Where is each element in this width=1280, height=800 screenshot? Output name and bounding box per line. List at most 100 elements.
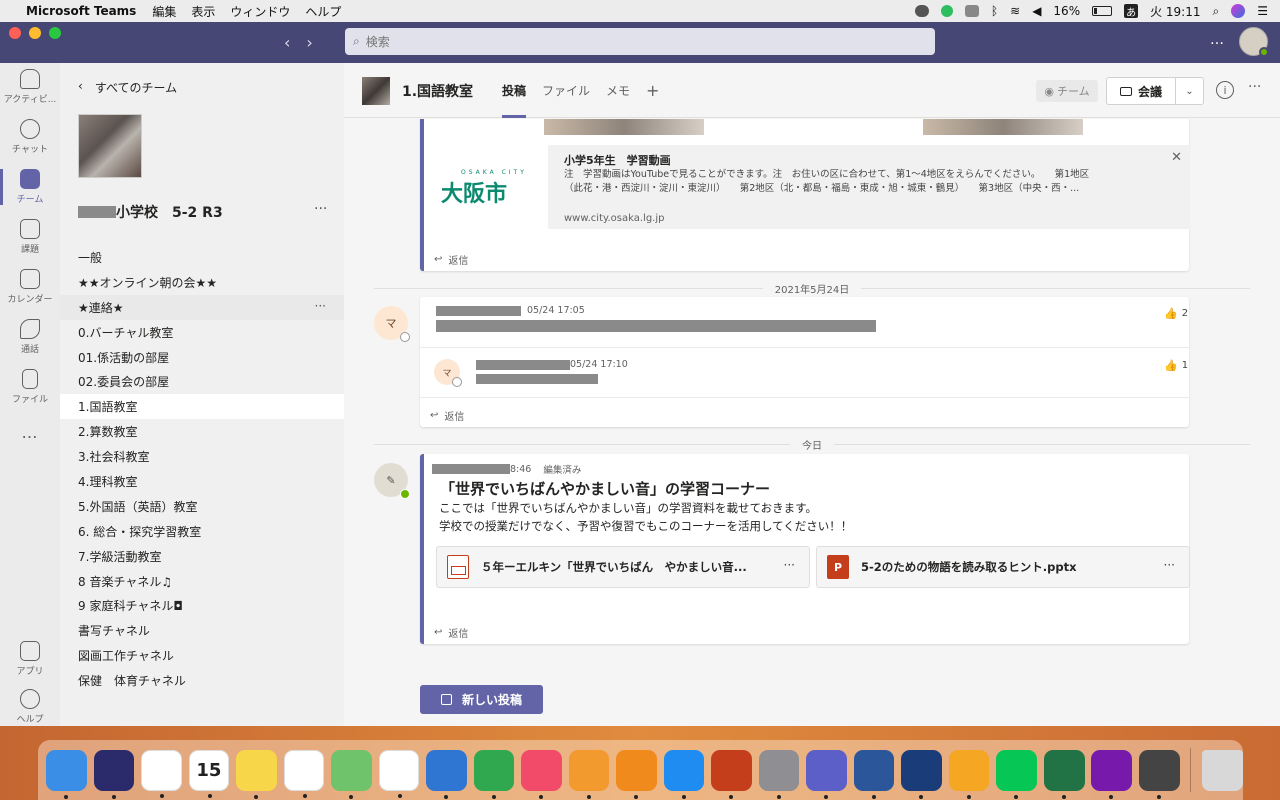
attached-image[interactable] — [923, 119, 1083, 135]
like-reaction[interactable]: 👍 1 — [1164, 359, 1188, 372]
link-preview[interactable]: 小学5年生 学習動画 注 学習動画はYouTubeで見ることができます。注 お住… — [548, 145, 1190, 229]
search-input[interactable] — [365, 34, 906, 49]
channel-more-options-icon[interactable]: ··· — [315, 299, 326, 313]
channel-item[interactable]: 6. 総合・探究学習教室 — [60, 519, 344, 544]
dock-teams-icon[interactable] — [806, 749, 847, 799]
dock-powerpoint-icon[interactable] — [711, 749, 752, 799]
avatar[interactable]: マ — [434, 359, 462, 387]
menu-window[interactable]: ウィンドウ — [230, 3, 290, 20]
channel-item[interactable]: 9 家庭科チャネル◘ — [60, 593, 344, 618]
channel-item[interactable]: 一般 — [60, 245, 344, 270]
file-attachment[interactable]: ５年ーエルキン「世界でいちばん やかましい音... ··· — [436, 546, 810, 588]
siri-menubar-icon[interactable] — [1231, 4, 1246, 18]
channel-item[interactable]: 図画工作チャネル — [60, 643, 344, 668]
dock-books-icon[interactable] — [616, 749, 657, 799]
file-more-options-icon[interactable]: ··· — [1164, 558, 1175, 572]
rail-files[interactable]: ファイル — [0, 363, 60, 411]
line-menubar-icon[interactable] — [964, 5, 979, 17]
attached-image[interactable] — [544, 119, 704, 135]
tab-posts[interactable]: 投稿 — [494, 63, 534, 118]
dock-quicktime-icon[interactable] — [901, 749, 942, 799]
menu-edit[interactable]: 編集 — [152, 3, 176, 20]
channel-item[interactable]: 0.バーチャル教室 — [60, 320, 344, 345]
file-attachment[interactable]: P 5-2のための物語を読み取るヒント.pptx ··· — [816, 546, 1190, 588]
dock-reminders-icon[interactable] — [283, 749, 325, 798]
reply-button[interactable]: ↩ 返信 — [430, 408, 464, 423]
avatar[interactable]: マ — [374, 306, 410, 342]
dock-maps-icon[interactable] — [331, 749, 372, 799]
rail-apps[interactable]: アプリ — [0, 635, 60, 683]
team-more-options-icon[interactable]: ··· — [314, 201, 327, 217]
dock-app-store-icon[interactable] — [663, 749, 705, 799]
channel-item[interactable]: 8 音楽チャネル♫ — [60, 569, 344, 594]
cloud-icon[interactable] — [914, 5, 929, 17]
avatar[interactable]: ✎ — [374, 463, 410, 499]
channel-item[interactable]: 4.理科教室 — [60, 469, 344, 494]
like-reaction[interactable]: 👍 2 — [1164, 307, 1188, 320]
spotlight-icon[interactable]: ⌕ — [1213, 4, 1220, 19]
reply-button[interactable]: ↩ 返信 — [434, 625, 468, 640]
dock-onenote-icon[interactable] — [1091, 749, 1133, 799]
settings-more-icon[interactable]: … — [1210, 32, 1225, 48]
channel-item[interactable]: 2.算数教室 — [60, 419, 344, 444]
reply-button[interactable]: ↩ 返信 — [434, 252, 468, 267]
search-bar[interactable]: ⌕ — [345, 28, 935, 55]
bluetooth-icon[interactable]: ᛒ — [991, 4, 998, 18]
rail-chat[interactable]: チャット — [0, 113, 60, 161]
control-center-icon[interactable]: ☰ — [1257, 4, 1268, 18]
rail-calls[interactable]: 通話 — [0, 313, 60, 361]
channel-item[interactable]: 書写チャネル — [60, 618, 344, 643]
dock-scansnap-icon[interactable] — [1138, 749, 1180, 799]
input-method-icon[interactable]: あ — [1124, 4, 1139, 19]
rail-help[interactable]: ヘルプ — [0, 683, 60, 726]
add-tab-icon[interactable]: + — [638, 63, 667, 118]
minimize-window-button[interactable] — [29, 27, 41, 39]
close-window-button[interactable] — [9, 27, 21, 39]
tab-notes[interactable]: メモ — [598, 63, 638, 118]
menu-view[interactable]: 表示 — [191, 3, 215, 20]
team-visibility-button[interactable]: ◉ チーム — [1036, 80, 1098, 102]
rail-activity[interactable]: アクティビ... — [0, 63, 60, 111]
menu-help[interactable]: ヘルプ — [305, 3, 341, 20]
dock-notes-icon[interactable] — [236, 749, 277, 799]
battery-icon[interactable] — [1092, 6, 1113, 16]
dock-chrome-icon[interactable] — [141, 749, 182, 798]
dock-pages-icon[interactable] — [568, 749, 610, 799]
info-icon[interactable]: i — [1216, 81, 1234, 99]
rail-assignments[interactable]: 課題 — [0, 213, 60, 261]
meet-button[interactable]: 会議 — [1106, 77, 1176, 105]
volume-icon[interactable]: ◀ — [1032, 4, 1041, 18]
rail-calendar[interactable]: カレンダー — [0, 263, 60, 311]
channel-item-selected[interactable]: 1.国語教室 — [60, 394, 344, 420]
header-more-options-icon[interactable]: ··· — [1248, 79, 1261, 95]
channel-item[interactable]: 7.学級活動教室 — [60, 544, 344, 569]
dock-music-icon[interactable] — [521, 749, 562, 799]
file-more-options-icon[interactable]: ··· — [784, 558, 795, 572]
dock-line-icon[interactable] — [996, 749, 1037, 799]
channel-item[interactable]: 3.社会科教室 — [60, 444, 344, 469]
more-apps-icon[interactable]: … — [0, 423, 60, 442]
rail-teams[interactable]: チーム — [0, 163, 60, 211]
zoom-window-button[interactable] — [49, 27, 61, 39]
evernote-icon[interactable] — [940, 5, 953, 17]
clock[interactable]: 火 19:11 — [1150, 3, 1200, 20]
dock-trash-icon[interactable] — [1202, 749, 1243, 791]
new-post-button[interactable]: 新しい投稿 — [420, 685, 543, 714]
forward-arrow-icon[interactable]: › — [306, 33, 312, 52]
team-name[interactable]: 小学校 5-2 R3 — [78, 202, 223, 222]
battery-percent[interactable]: 16% — [1053, 4, 1080, 18]
channel-item[interactable]: 02.委員会の部屋 — [60, 369, 344, 394]
dock-keynote-icon[interactable] — [426, 749, 467, 799]
channel-item[interactable]: 5.外国語（英語）教室 — [60, 494, 344, 519]
dock-photos-icon[interactable] — [378, 749, 420, 798]
dock-finder-icon[interactable] — [46, 749, 87, 799]
channel-item[interactable]: 01.係活動の部屋 — [60, 345, 344, 370]
dock-excel-icon[interactable] — [1043, 749, 1085, 799]
wifi-icon[interactable]: ≋ — [1010, 4, 1020, 18]
dock-siri-icon[interactable] — [93, 749, 135, 799]
dock-scratch-icon[interactable] — [948, 749, 990, 799]
dock-calendar-icon[interactable]: 15 — [188, 749, 230, 798]
channel-item[interactable]: ★連絡★ ··· — [60, 294, 344, 320]
chevron-down-icon[interactable]: ⌄ — [1175, 77, 1204, 105]
app-menu[interactable]: Microsoft Teams — [26, 4, 136, 18]
